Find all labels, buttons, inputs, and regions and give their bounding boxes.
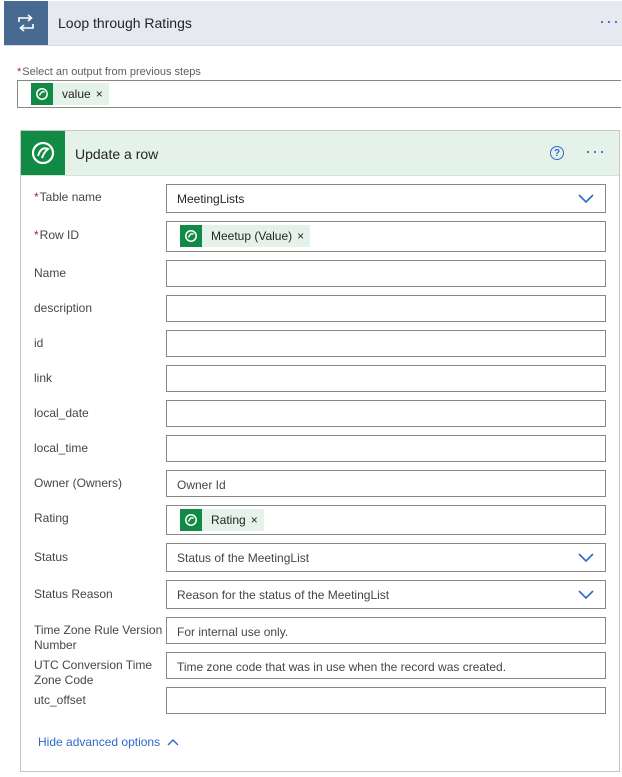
- utc-offset-input[interactable]: [166, 687, 606, 714]
- status-reason-dropdown[interactable]: Reason for the status of the MeetingList: [166, 580, 606, 609]
- loop-header[interactable]: Loop through Ratings ···: [4, 1, 622, 46]
- name-input[interactable]: [166, 260, 606, 287]
- field-label-description: description: [34, 301, 93, 315]
- rating-field[interactable]: Rating ×: [166, 505, 606, 535]
- table-name-dropdown[interactable]: MeetingLists: [166, 184, 606, 213]
- meetup-value-token[interactable]: Meetup (Value) ×: [180, 225, 311, 247]
- card-title: Update a row: [75, 146, 159, 162]
- time-zone-rule-input[interactable]: For internal use only.: [166, 617, 606, 644]
- utc-conversion-input[interactable]: Time zone code that was in use when the …: [166, 652, 606, 679]
- field-label-link: link: [34, 371, 53, 385]
- description-input[interactable]: [166, 295, 606, 322]
- chevron-down-icon: [578, 194, 594, 204]
- remove-token-icon[interactable]: ×: [251, 513, 264, 527]
- field-label-status: Status: [34, 550, 69, 564]
- owner-placeholder: Owner Id: [177, 478, 226, 492]
- field-label-owner: Owner (Owners): [34, 476, 123, 490]
- card-header[interactable]: Update a row ? ···: [21, 131, 619, 176]
- dataverse-icon: [180, 509, 202, 531]
- chevron-down-icon: [578, 553, 594, 563]
- field-label-local-date: local_date: [34, 406, 89, 420]
- field-label-rating: Rating: [34, 511, 69, 525]
- dataverse-icon: [31, 83, 53, 105]
- update-row-card: Update a row ? ··· *Table name MeetingLi…: [20, 130, 620, 772]
- row-id-field[interactable]: Meetup (Value) ×: [166, 221, 606, 252]
- field-label-id: id: [34, 336, 44, 350]
- dataverse-icon: [180, 225, 202, 247]
- field-label-time-zone-rule: Time Zone Rule Version Number: [34, 623, 163, 652]
- rating-token[interactable]: Rating ×: [180, 509, 264, 531]
- local-time-input[interactable]: [166, 435, 606, 462]
- value-token[interactable]: value ×: [31, 83, 109, 105]
- remove-token-icon[interactable]: ×: [297, 229, 310, 243]
- remove-token-icon[interactable]: ×: [96, 87, 109, 101]
- loop-title: Loop through Ratings: [58, 15, 192, 31]
- token-label: value: [62, 87, 91, 101]
- select-output-field[interactable]: value ×: [17, 80, 621, 108]
- local-date-input[interactable]: [166, 400, 606, 427]
- id-input[interactable]: [166, 330, 606, 357]
- field-label-utc-conversion: UTC Conversion Time Zone Code: [34, 658, 153, 687]
- field-label-table-name: *Table name: [34, 190, 102, 204]
- field-label-status-reason: Status Reason: [34, 587, 113, 601]
- loop-icon: [4, 1, 48, 45]
- field-label-utc-offset: utc_offset: [34, 693, 86, 707]
- hide-advanced-options-link[interactable]: Hide advanced options: [38, 735, 179, 749]
- dataverse-icon: [21, 131, 65, 175]
- status-dropdown[interactable]: Status of the MeetingList: [166, 543, 606, 572]
- link-input[interactable]: [166, 365, 606, 392]
- field-label-row-id: *Row ID: [34, 228, 80, 242]
- loop-more-options-button[interactable]: ···: [599, 11, 620, 32]
- card-more-options-button[interactable]: ···: [585, 141, 606, 162]
- field-label-local-time: local_time: [34, 441, 89, 455]
- required-mark: *: [17, 66, 22, 78]
- owner-input[interactable]: Owner Id: [166, 470, 606, 497]
- select-output-label: *Select an output from previous steps: [17, 66, 201, 78]
- field-label-name: Name: [34, 266, 67, 280]
- chevron-down-icon: [578, 590, 594, 600]
- chevron-up-icon: [167, 739, 179, 746]
- help-icon[interactable]: ?: [550, 146, 564, 160]
